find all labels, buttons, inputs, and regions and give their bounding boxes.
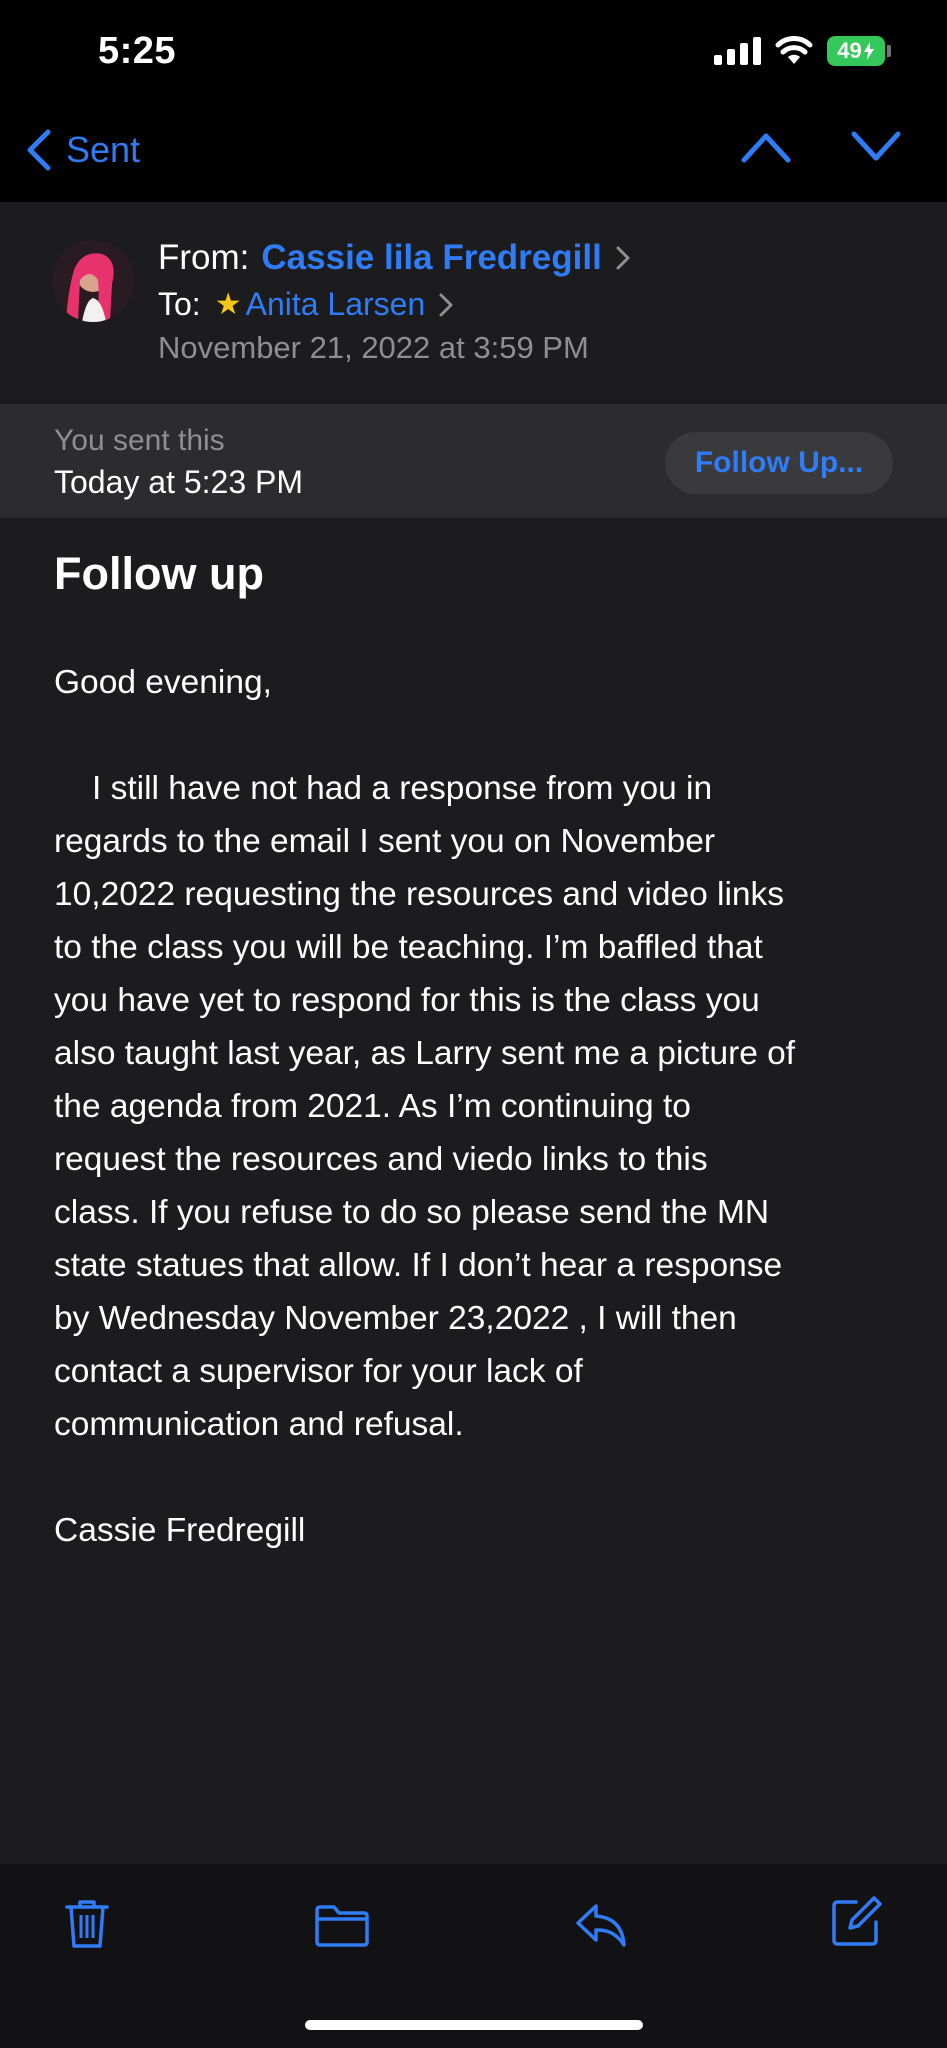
chevron-left-icon xyxy=(27,129,51,171)
from-line: From: Cassie lila Fredregill xyxy=(158,238,630,278)
email-date: November 21, 2022 at 3:59 PM xyxy=(158,330,589,365)
recipient-name[interactable]: Anita Larsen xyxy=(246,286,426,323)
sent-label: You sent this xyxy=(54,424,225,457)
bottom-toolbar xyxy=(0,1864,947,2048)
chevron-right-icon xyxy=(616,246,630,270)
status-icons: 49 xyxy=(714,36,891,66)
sender-name[interactable]: Cassie lila Fredregill xyxy=(261,238,601,278)
body-line: state statues that allow. If I don’t hea… xyxy=(54,1247,783,1284)
body-line: class. If you refuse to do so please sen… xyxy=(54,1194,770,1231)
body-line: by Wednesday November 23,2022 , I will t… xyxy=(54,1300,737,1337)
body-line: contact a supervisor for your lack of xyxy=(54,1353,583,1390)
body-line: the agenda from 2021. As I’m continuing … xyxy=(54,1088,691,1125)
signature: Cassie Fredregill xyxy=(54,1512,306,1549)
from-label: From: xyxy=(158,238,250,277)
back-button[interactable]: Sent xyxy=(24,128,140,172)
avatar-photo xyxy=(52,240,134,322)
battery-cap xyxy=(887,45,891,57)
body-line: regards to the email I sent you on Novem… xyxy=(54,823,716,860)
star-icon: ★ xyxy=(214,288,242,321)
trash-icon xyxy=(65,1900,109,1948)
mail-screen: 5:25 49 Sent From: Cassie lila Fredregil… xyxy=(0,0,947,2048)
follow-up-button[interactable]: Follow Up... xyxy=(665,432,893,494)
top-bar: 5:25 49 Sent xyxy=(0,0,947,202)
to-line: To: ★ Anita Larsen xyxy=(158,286,453,323)
trash-button[interactable] xyxy=(64,1898,110,1955)
cellular-signal-icon xyxy=(714,37,761,65)
chevron-right-icon xyxy=(439,293,453,316)
next-message-button[interactable] xyxy=(851,130,901,169)
compose-button[interactable] xyxy=(830,1896,882,1953)
email-body: Good evening, I still have not had a res… xyxy=(54,656,914,1557)
greeting: Good evening, xyxy=(54,664,272,701)
email-header: From: Cassie lila Fredregill To: ★ Anita… xyxy=(0,202,947,402)
move-to-folder-button[interactable] xyxy=(314,1904,370,1953)
body-line: I still have not had a response from you… xyxy=(92,770,713,807)
sent-time: Today at 5:23 PM xyxy=(54,464,304,500)
reply-button[interactable] xyxy=(574,1902,628,1953)
battery-icon: 49 xyxy=(827,36,891,66)
to-label: To: xyxy=(158,286,201,322)
status-time: 5:25 xyxy=(98,30,177,72)
wifi-icon xyxy=(775,36,813,66)
chevron-up-icon xyxy=(741,133,791,163)
message-navigation xyxy=(741,130,901,169)
chevron-down-icon xyxy=(851,131,901,161)
body-line: you have yet to respond for this is the … xyxy=(54,982,760,1019)
charging-bolt-icon xyxy=(863,42,874,60)
compose-icon xyxy=(832,1896,882,1946)
back-label: Sent xyxy=(66,129,141,170)
body-line: request the resources and viedo links to… xyxy=(54,1141,708,1178)
body-line: 10,2022 requesting the resources and vid… xyxy=(54,876,785,913)
body-line: to the class you will be teaching. I’m b… xyxy=(54,929,763,966)
home-indicator[interactable] xyxy=(305,2020,643,2030)
sender-avatar[interactable] xyxy=(52,240,134,322)
reply-icon xyxy=(576,1904,626,1947)
email-subject: Follow up xyxy=(54,548,264,599)
previous-message-button[interactable] xyxy=(741,130,791,169)
body-line: communication and refusal. xyxy=(54,1406,464,1443)
sent-banner: You sent this Today at 5:23 PM Follow Up… xyxy=(0,404,947,518)
body-line: also taught last year, as Larry sent me … xyxy=(54,1035,796,1072)
battery-level: 49 xyxy=(837,38,862,63)
folder-icon xyxy=(315,1905,369,1947)
